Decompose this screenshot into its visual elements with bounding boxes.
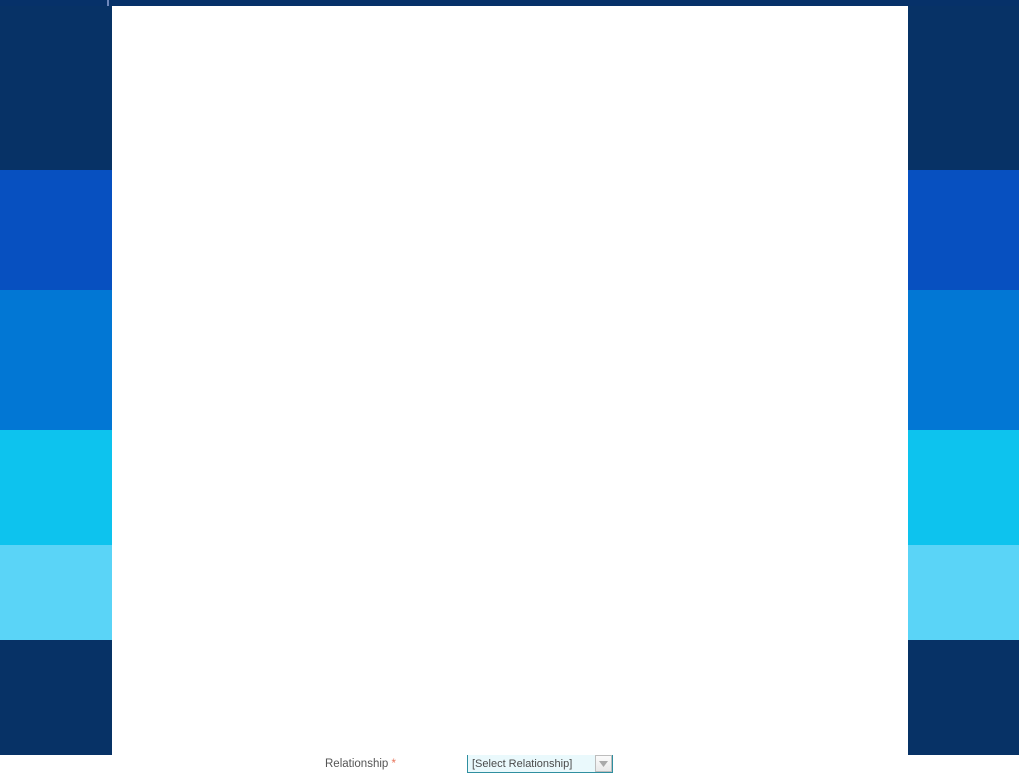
top-band-tick: [107, 0, 109, 6]
child-select-4[interactable]: [Select Relationship]: [467, 754, 613, 773]
select-arrow-button[interactable]: [595, 755, 612, 772]
child-label-4: Relationship *: [325, 758, 467, 770]
required-marker: *: [391, 757, 396, 770]
select-value: [Select Relationship]: [472, 757, 573, 770]
top-navy-band: [0, 0, 1019, 6]
page-content-panel: [112, 6, 908, 755]
chevron-down-icon: [599, 760, 608, 767]
label-text: Relationship: [325, 757, 392, 770]
